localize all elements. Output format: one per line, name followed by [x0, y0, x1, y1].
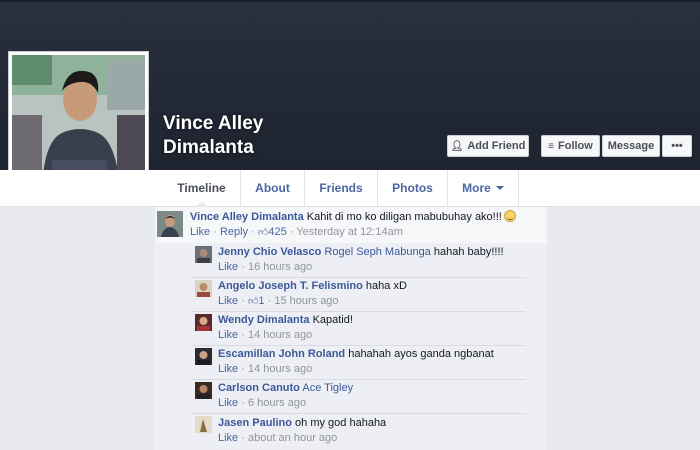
- comment-author[interactable]: Jasen Paulino: [218, 417, 292, 429]
- divider: [192, 413, 526, 414]
- list-item: Escamillan John Roland hahahah ayos gand…: [218, 347, 494, 361]
- tab-about-label: About: [255, 181, 290, 195]
- profile-name[interactable]: Vince Alley Dimalanta: [163, 112, 363, 160]
- list-item: Carlson Canuto Ace Tigley: [218, 381, 353, 395]
- thumbs-up-icon: 👍︎: [247, 296, 259, 307]
- comment-text: hahahah ayos ganda ngbanat: [348, 348, 494, 360]
- avatar[interactable]: [195, 348, 212, 365]
- profile-photo-image: [12, 55, 145, 189]
- avatar[interactable]: [195, 314, 212, 331]
- comment-author[interactable]: Angelo Joseph T. Felismino: [218, 280, 363, 292]
- tab-friends-label: Friends: [319, 181, 363, 195]
- add-friend-icon: 👤︎: [450, 140, 464, 152]
- list-item: Angelo Joseph T. Felismino haha xD: [218, 279, 407, 293]
- like-link[interactable]: Like: [218, 329, 238, 341]
- divider: [192, 345, 526, 346]
- follow-button[interactable]: ≡ Follow: [541, 135, 600, 157]
- tab-more[interactable]: More: [448, 170, 519, 206]
- profile-name-first: Vince Alley: [163, 113, 264, 134]
- comment-time[interactable]: 16 hours ago: [248, 261, 312, 273]
- comment-author[interactable]: Escamillan John Roland: [218, 348, 345, 360]
- comment-text: hahah baby!!!!: [433, 246, 504, 258]
- list-item: Wendy Dimalanta Kapatid!: [218, 313, 353, 327]
- smiley-icon: [503, 210, 516, 222]
- main-comment-body: Vince Alley Dimalanta Kahit di mo ko dil…: [190, 210, 516, 224]
- comment-meta: Like · 14 hours ago: [218, 363, 313, 375]
- comment-text: oh my god hahaha: [295, 417, 387, 429]
- like-link[interactable]: Like: [218, 295, 238, 307]
- tagged-user[interactable]: Rogel Seph Mabunga: [324, 246, 430, 258]
- message-button[interactable]: Message: [602, 135, 660, 157]
- comment-author[interactable]: Vince Alley Dimalanta: [190, 211, 304, 223]
- more-actions-button[interactable]: •••: [662, 135, 692, 157]
- divider: [192, 277, 526, 278]
- tagged-user[interactable]: Ace Tigley: [302, 382, 353, 394]
- like-link[interactable]: Like: [218, 261, 238, 273]
- divider: [192, 311, 526, 312]
- comment-time[interactable]: 14 hours ago: [248, 363, 312, 375]
- tab-photos[interactable]: Photos: [378, 170, 448, 206]
- profile-nav: Timeline About Friends Photos More: [0, 170, 700, 207]
- list-item: Jenny Chio Velasco Rogel Seph Mabunga ha…: [218, 245, 504, 259]
- avatar[interactable]: [157, 211, 183, 237]
- comment-time[interactable]: 6 hours ago: [248, 397, 306, 409]
- comment-meta: Like · 👍︎1 · 15 hours ago: [218, 295, 339, 307]
- comment-time[interactable]: 15 hours ago: [274, 295, 338, 307]
- comment-time[interactable]: Yesterday at 12:14am: [296, 226, 403, 238]
- add-friend-button[interactable]: 👤︎ Add Friend: [447, 135, 529, 157]
- chevron-down-icon: [495, 186, 504, 190]
- comment-text: Kapatid!: [312, 314, 353, 326]
- like-link[interactable]: Like: [218, 432, 238, 444]
- comment-author[interactable]: Wendy Dimalanta: [218, 314, 310, 326]
- comment-text: Kahit di mo ko diligan mabubuhay ako!!!: [306, 211, 502, 223]
- comment-meta: Like · 16 hours ago: [218, 261, 313, 273]
- main-comment-meta: Like · Reply · 👍︎425 · Yesterday at 12:1…: [190, 226, 403, 238]
- tab-photos-label: Photos: [392, 181, 433, 195]
- avatar[interactable]: [195, 246, 212, 263]
- more-actions-icon: •••: [671, 140, 683, 152]
- tab-timeline[interactable]: Timeline: [163, 170, 241, 207]
- comment-meta: Like · 6 hours ago: [218, 397, 307, 409]
- rss-icon: ≡: [548, 140, 554, 152]
- comment-author[interactable]: Carlson Canuto: [218, 382, 300, 394]
- tab-more-label: More: [462, 181, 491, 195]
- comment-time[interactable]: 14 hours ago: [248, 329, 312, 341]
- tab-timeline-label: Timeline: [177, 181, 226, 195]
- like-link[interactable]: Like: [218, 363, 238, 375]
- reply-link[interactable]: Reply: [220, 226, 248, 238]
- like-link[interactable]: Like: [218, 397, 238, 409]
- comment-meta: Like · about an hour ago: [218, 432, 338, 444]
- comment-text: haha xD: [365, 280, 407, 292]
- profile-name-last: Dimalanta: [163, 137, 254, 158]
- avatar[interactable]: [195, 382, 212, 399]
- tab-friends[interactable]: Friends: [305, 170, 378, 206]
- message-label: Message: [607, 140, 655, 152]
- likes-count[interactable]: 425: [268, 226, 286, 238]
- like-link[interactable]: Like: [190, 226, 210, 238]
- comment-time[interactable]: about an hour ago: [248, 432, 337, 444]
- list-item: Jasen Paulino oh my god hahaha: [218, 416, 386, 430]
- divider: [192, 379, 526, 380]
- likes-count[interactable]: 1: [258, 295, 264, 307]
- thumbs-up-icon: 👍︎: [257, 227, 269, 238]
- comment-author[interactable]: Jenny Chio Velasco: [218, 246, 321, 258]
- follow-label: Follow: [558, 140, 593, 152]
- comment-meta: Like · 14 hours ago: [218, 329, 313, 341]
- avatar[interactable]: [195, 280, 212, 297]
- add-friend-label: Add Friend: [467, 140, 526, 152]
- avatar[interactable]: [195, 416, 212, 433]
- tab-about[interactable]: About: [241, 170, 305, 206]
